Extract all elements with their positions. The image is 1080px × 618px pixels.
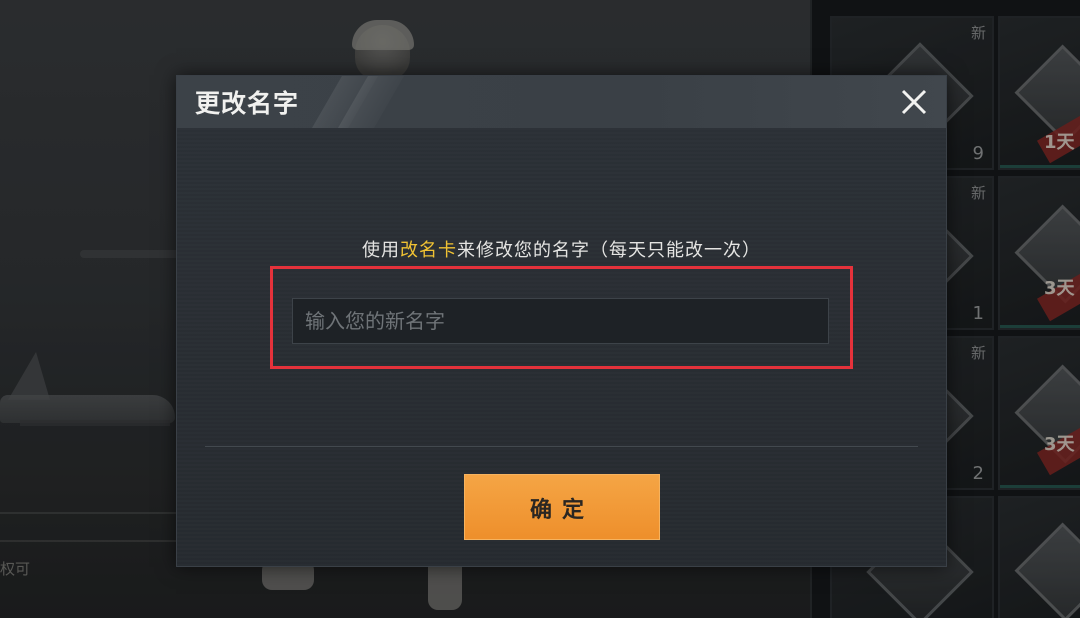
instruction-prefix: 使用 xyxy=(362,240,400,261)
instruction-suffix: 来修改您的名字（每天只能改一次） xyxy=(457,240,761,261)
dialog-title: 更改名字 xyxy=(195,89,300,118)
confirm-button[interactable]: 确定 xyxy=(464,474,660,540)
instruction-text: 使用改名卡来修改您的名字（每天只能改一次） xyxy=(177,236,946,262)
rename-dialog: 更改名字 使用改名卡来修改您的名字（每天只能改一次） 确定 xyxy=(176,75,947,567)
confirm-label: 确定 xyxy=(529,498,594,523)
close-button[interactable] xyxy=(896,84,932,120)
new-name-input[interactable] xyxy=(292,298,829,344)
dialog-header: 更改名字 xyxy=(177,76,946,128)
close-icon xyxy=(896,89,932,124)
rename-card-link: 改名卡 xyxy=(400,240,457,261)
divider xyxy=(205,446,918,447)
game-screen: 权可 新 9 1天 新 1 3天 新 2 3天 更改名字 使用改名卡来修改您的名… xyxy=(0,0,1080,618)
